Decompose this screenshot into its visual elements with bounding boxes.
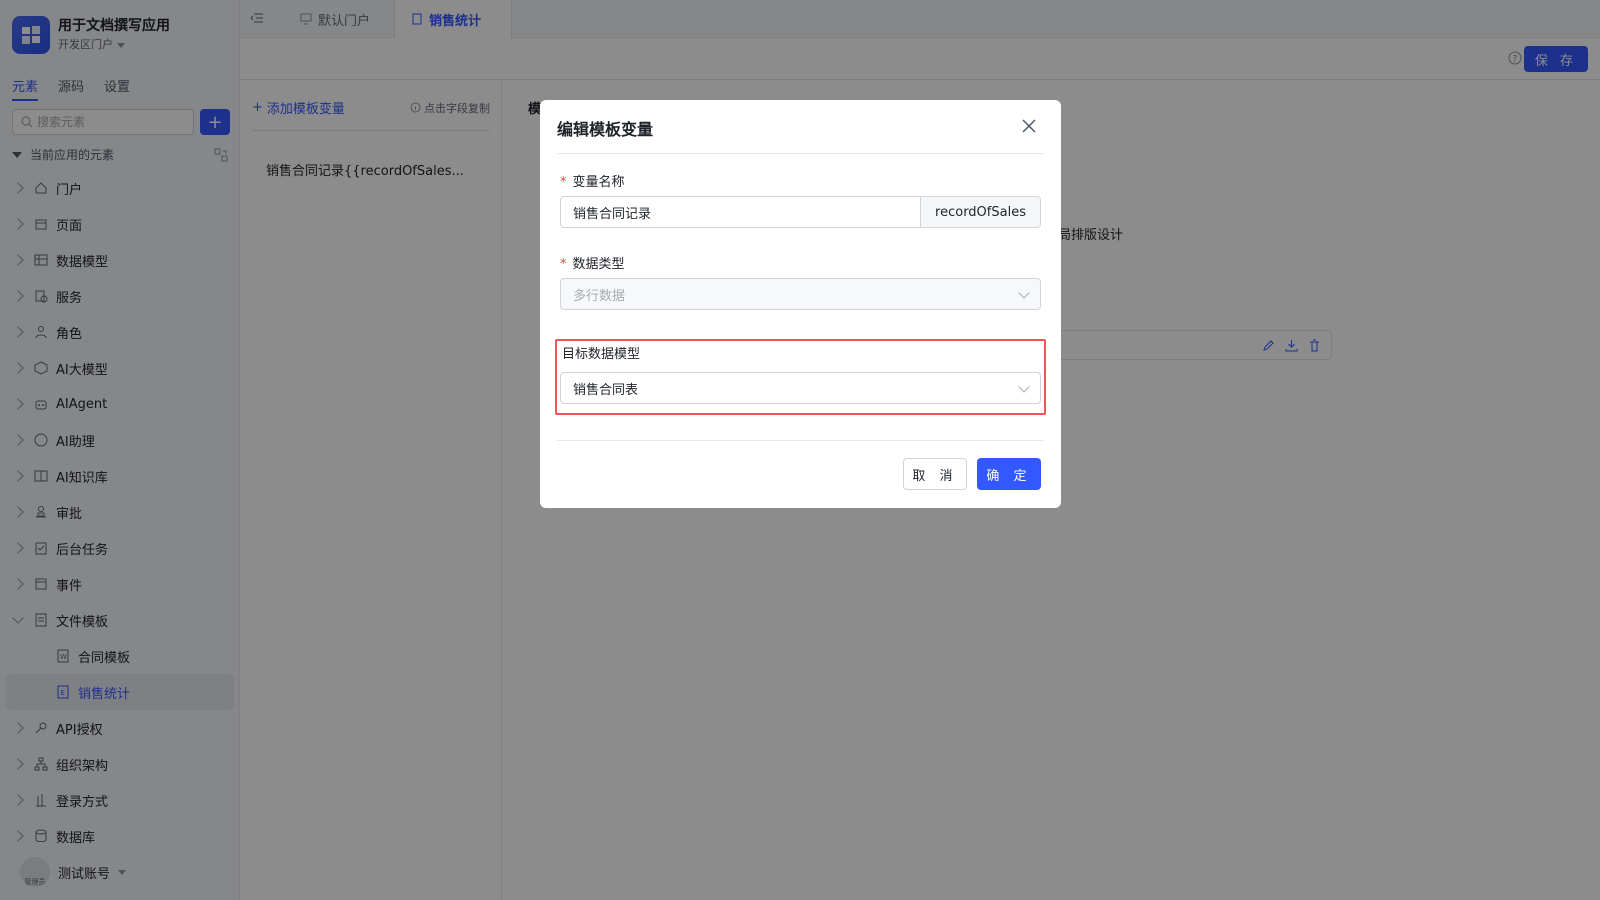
- required-mark: *: [560, 175, 567, 190]
- confirm-button[interactable]: 确 定: [977, 458, 1041, 490]
- chevron-down-icon: [1018, 287, 1030, 299]
- divider: [557, 440, 1044, 441]
- target-model-value: 销售合同表: [573, 382, 639, 398]
- name-label: * 变量名称: [560, 171, 625, 190]
- type-label-text: 数据类型: [572, 257, 625, 272]
- required-mark: *: [560, 257, 567, 272]
- dialog-title: 编辑模板变量: [557, 120, 654, 139]
- data-type-select: 多行数据: [560, 278, 1041, 310]
- edit-variable-dialog: 编辑模板变量 * 变量名称 recordOfSales * 数据类型 多行数据 目标…: [540, 100, 1061, 508]
- close-icon[interactable]: [1021, 118, 1037, 134]
- target-model-select[interactable]: 销售合同表: [560, 372, 1041, 404]
- type-label: * 数据类型: [560, 253, 625, 272]
- chevron-down-icon: [1018, 381, 1030, 393]
- data-type-value: 多行数据: [573, 288, 626, 304]
- cancel-button[interactable]: 取 消: [903, 458, 967, 490]
- variable-code: recordOfSales: [920, 197, 1040, 227]
- name-field: recordOfSales: [560, 196, 1041, 228]
- divider: [557, 153, 1044, 154]
- name-label-text: 变量名称: [572, 175, 625, 190]
- variable-name-input[interactable]: [561, 197, 920, 227]
- target-model-label: 目标数据模型: [562, 347, 641, 362]
